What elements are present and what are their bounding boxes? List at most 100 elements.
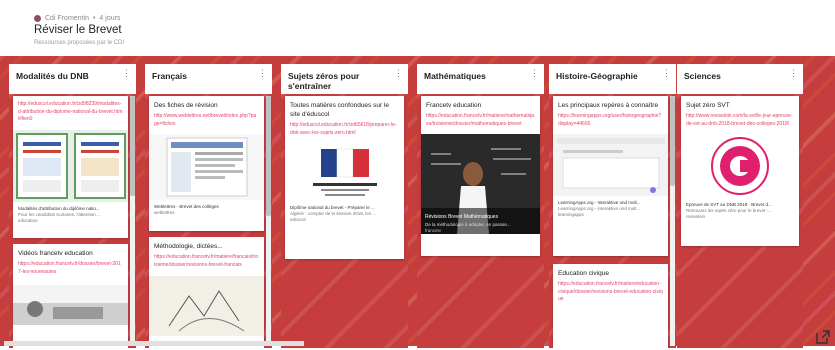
column-sciences: Sciences ⋮ Sujet zéro SVT http://www.rev…	[677, 64, 803, 348]
board-horizontal-scrollbar[interactable]	[4, 341, 304, 346]
post-caption: Modalités d'attribution du diplôme natio…	[18, 205, 100, 211]
reviseloin-logo-image	[711, 137, 769, 195]
column-body: Toutes matières confondues sur le site d…	[281, 94, 408, 348]
post-link[interactable]: https://learningapps.org/user/histogeogr…	[553, 113, 668, 131]
post-card[interactable]: http://eduscol.education.fr/cid98239/mod…	[13, 96, 128, 238]
column-body: Des fiches de révision http://www.weblet…	[145, 94, 272, 348]
column-title: Sciences	[684, 71, 721, 81]
post-title: Méthodologie, dictées...	[154, 243, 223, 250]
video-thumbnail-image	[13, 301, 128, 325]
column-header: Mathématiques ⋮	[417, 64, 544, 95]
post-source: learningapps	[558, 212, 584, 217]
post-link[interactable]: https://education.francetv.fr/matiere/ma…	[421, 113, 540, 131]
column-modalites-dnb: Modalités du DNB ⋮ http://eduscol.educat…	[9, 64, 136, 348]
website-screenshot-image	[166, 137, 248, 197]
scrollbar-thumb[interactable]	[670, 96, 675, 186]
post-caption: Révisions Brevet Mathématiques	[425, 214, 499, 220]
more-vert-icon[interactable]: ⋮	[394, 69, 403, 78]
header: Cdi Fromentin • 4 jours Réviser le Breve…	[0, 0, 835, 56]
page-subtitle: Ressources proposées par le CDI	[34, 40, 125, 46]
author-name[interactable]: Cdi Fromentin	[45, 15, 89, 22]
post-thumbnail	[149, 134, 264, 200]
post-link[interactable]: http://eduscol.education.fr/cid65618/pre…	[285, 122, 404, 140]
post-thumbnail	[13, 129, 128, 202]
post-card[interactable]: Les principaux repères à connaître https…	[553, 96, 668, 256]
column-scrollbar[interactable]	[266, 96, 271, 346]
learningapps-screenshot-image	[557, 138, 665, 193]
more-vert-icon[interactable]: ⋮	[258, 69, 267, 78]
sketch-image	[168, 290, 245, 332]
post-description: De la méthodologie à adopter, en passan.…	[425, 222, 511, 227]
post-title: Sujet zéro SVT	[686, 102, 730, 109]
post-source: reviseloin	[686, 214, 706, 219]
post-thumbnail	[285, 143, 404, 201]
post-title: Education civique	[558, 270, 609, 277]
column-histoire-geographie: Histoire-Géographie ⋮ Les principaux rep…	[549, 64, 676, 348]
post-link[interactable]: https://education.francetv.fr/dossier/br…	[13, 261, 128, 279]
column-header: Histoire-Géographie ⋮	[549, 64, 676, 95]
more-vert-icon[interactable]: ⋮	[789, 69, 798, 78]
column-francais: Français ⋮ Des fiches de révision http:/…	[145, 64, 272, 348]
more-vert-icon[interactable]: ⋮	[122, 69, 131, 78]
post-card[interactable]: Sujet zéro SVT http://www.reviseloin.com…	[681, 96, 799, 246]
column-body: Sujet zéro SVT http://www.reviseloin.com…	[677, 94, 803, 348]
post-title: Des fiches de révision	[154, 102, 218, 109]
post-caption: LearningApps.org - Interaktive und mult.…	[558, 200, 641, 205]
post-card[interactable]: Méthodologie, dictées... https://educati…	[149, 237, 264, 348]
more-vert-icon[interactable]: ⋮	[530, 69, 539, 78]
scrollbar-thumb[interactable]	[266, 96, 271, 216]
external-link-glyph	[816, 330, 830, 344]
post-thumbnail	[553, 134, 668, 196]
column-header: Français ⋮	[145, 64, 272, 95]
post-link[interactable]: https://education.francetv.fr/matiere/ed…	[553, 281, 668, 307]
post-caption: Epreuve de SVT au DNB 2018 - Brevet d...	[686, 202, 772, 207]
post-thumbnail	[13, 285, 128, 325]
post-thumbnail: Révisions Brevet Mathématiques De la mét…	[421, 134, 540, 234]
column-header: Sciences ⋮	[677, 64, 803, 95]
post-caption: Diplôme national du brevet - Préparer le…	[290, 205, 375, 210]
dnb-sheets-image	[16, 132, 126, 199]
column-title: Modalités du DNB	[16, 71, 89, 81]
post-card[interactable]: Vidéos francetv education https://educat…	[13, 244, 128, 348]
post-card[interactable]: Toutes matières confondues sur le site d…	[285, 96, 404, 259]
post-caption: Weblettres - Brevet des collèges	[154, 204, 219, 209]
column-title: Histoire-Géographie	[556, 71, 638, 81]
post-link[interactable]: http://www.weblettres.net/brevet/index.p…	[149, 113, 264, 131]
author-avatar[interactable]	[34, 15, 41, 22]
post-source: education	[18, 217, 38, 223]
column-header: Sujets zéros pour s'entraîner ⋮	[281, 64, 408, 95]
column-title: Mathématiques	[424, 71, 486, 81]
column-body: Les principaux repères à connaître https…	[549, 94, 676, 348]
crumb-separator: •	[92, 15, 96, 22]
column-sujets-zeros: Sujets zéros pour s'entraîner ⋮ Toutes m…	[281, 64, 408, 348]
post-title: Toutes matières confondues sur le site d…	[290, 102, 389, 118]
page-title: Réviser le Brevet	[34, 24, 122, 36]
post-card[interactable]: Francetv education https://education.fra…	[421, 96, 540, 256]
column-scrollbar[interactable]	[130, 96, 135, 346]
column-scrollbar[interactable]	[670, 96, 675, 346]
post-link[interactable]: http://www.reviseloin.com/la-svt/le-jour…	[681, 113, 799, 131]
post-title: Les principaux repères à connaître	[558, 102, 659, 109]
marianne-logo-image	[313, 148, 377, 196]
external-link-icon[interactable]	[815, 329, 831, 350]
post-source: eduscol	[290, 217, 306, 222]
post-source: weblettres	[154, 210, 175, 215]
post-title: Francetv education	[426, 102, 482, 109]
post-title: Vidéos francetv education	[18, 250, 93, 257]
post-source: francetv	[425, 228, 442, 233]
breadcrumb: Cdi Fromentin • 4 jours	[34, 15, 120, 22]
post-thumbnail	[149, 276, 264, 336]
more-vert-icon[interactable]: ⋮	[662, 69, 671, 78]
post-link[interactable]: http://eduscol.education.fr/cid98239/mod…	[13, 96, 128, 127]
column-title: Français	[152, 71, 187, 81]
post-age: 4 jours	[99, 15, 121, 22]
scrollbar-thumb[interactable]	[130, 96, 135, 196]
post-thumbnail	[681, 134, 799, 198]
column-body: http://eduscol.education.fr/cid98239/mod…	[9, 94, 136, 348]
post-card[interactable]: Education civique https://education.fran…	[553, 264, 668, 348]
post-card[interactable]: Des fiches de révision http://www.weblet…	[149, 96, 264, 231]
post-link[interactable]: https://education.francetv.fr/matiere/fr…	[149, 254, 264, 272]
column-mathematiques: Mathématiques ⋮ Francetv education https…	[417, 64, 544, 348]
column-title: Sujets zéros pour s'entraîner	[288, 71, 360, 91]
column-header: Modalités du DNB ⋮	[9, 64, 136, 95]
